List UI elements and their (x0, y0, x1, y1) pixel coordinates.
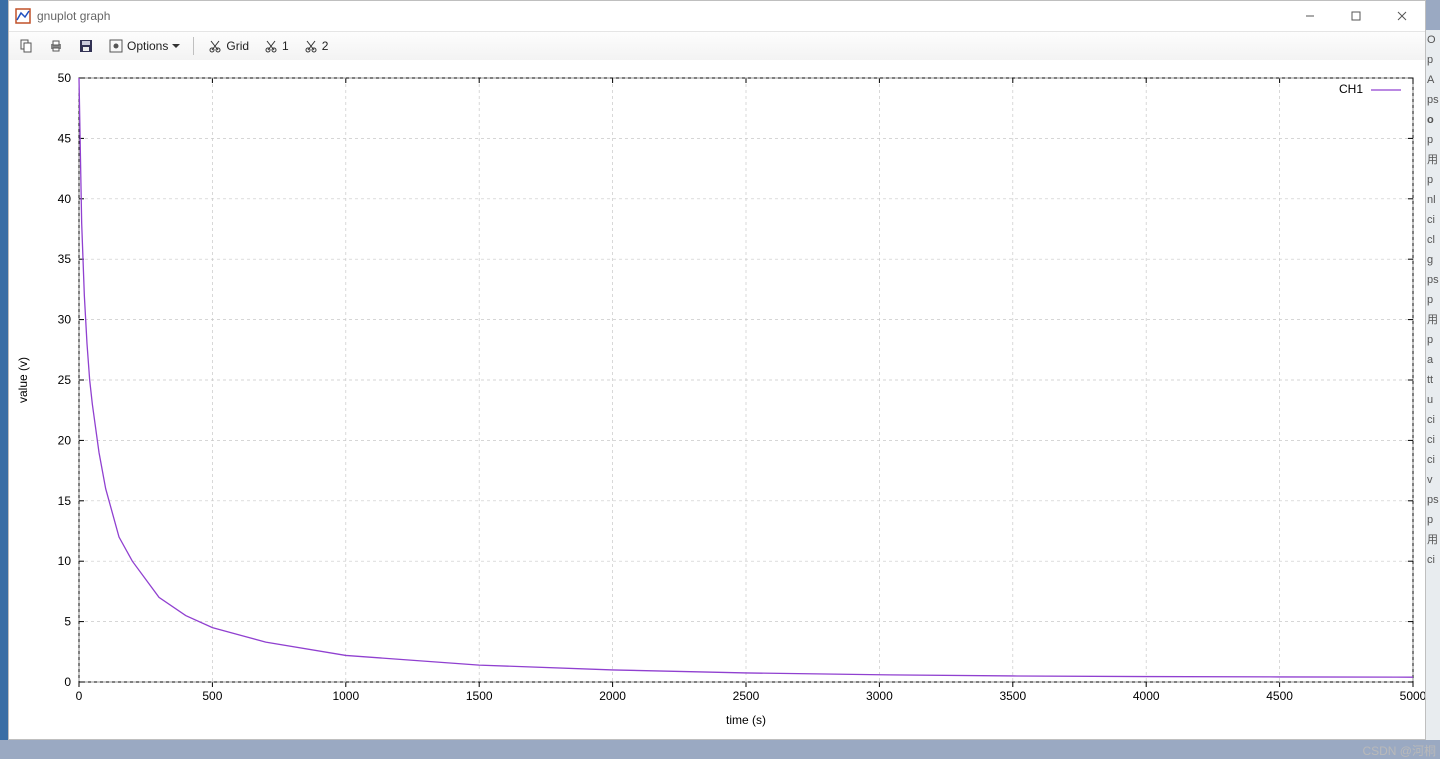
print-icon (48, 38, 64, 54)
toolbar-separator (193, 37, 194, 55)
copy-icon (18, 38, 34, 54)
svg-text:5: 5 (64, 615, 71, 629)
ruler-1-button[interactable]: 1 (258, 34, 294, 58)
svg-text:35: 35 (58, 252, 72, 266)
options-button[interactable]: Options (103, 34, 185, 58)
svg-text:0: 0 (64, 675, 71, 689)
chart: 0500100015002000250030003500400045005000… (9, 60, 1425, 740)
svg-text:0: 0 (76, 689, 83, 703)
toolbar: Options Grid 1 2 (9, 32, 1425, 61)
svg-text:4500: 4500 (1266, 689, 1293, 703)
options-label: Options (127, 39, 168, 53)
watermark: CSDN @河桐 (1362, 742, 1436, 759)
maximize-button[interactable] (1333, 1, 1379, 31)
svg-text:20: 20 (58, 433, 72, 447)
ruler-2-button[interactable]: 2 (298, 34, 334, 58)
title-bar[interactable]: gnuplot graph (9, 1, 1425, 32)
grid-button[interactable]: Grid (202, 34, 254, 58)
print-button[interactable] (43, 34, 69, 58)
svg-text:1000: 1000 (332, 689, 359, 703)
svg-text:30: 30 (58, 313, 72, 327)
svg-text:45: 45 (58, 131, 72, 145)
app-icon (15, 8, 31, 24)
svg-text:40: 40 (58, 192, 72, 206)
svg-text:5000: 5000 (1400, 689, 1425, 703)
plot-pane[interactable]: 0500100015002000250030003500400045005000… (9, 60, 1425, 739)
window-title: gnuplot graph (37, 9, 110, 23)
scissors-icon (263, 38, 279, 54)
svg-text:1500: 1500 (466, 689, 493, 703)
background-strip (0, 0, 8, 740)
options-icon (108, 38, 124, 54)
svg-text:10: 10 (58, 554, 72, 568)
svg-text:3500: 3500 (999, 689, 1026, 703)
svg-text:2000: 2000 (599, 689, 626, 703)
minimize-button[interactable] (1287, 1, 1333, 31)
chevron-down-icon (172, 44, 180, 48)
grid-label: Grid (226, 39, 249, 53)
svg-text:50: 50 (58, 71, 72, 85)
obscured-sidebar: OpApso p用pnlcicl gpsp用pa ttuciciciv psp用… (1426, 30, 1440, 740)
save-icon (78, 38, 94, 54)
svg-text:2500: 2500 (733, 689, 760, 703)
copy-button[interactable] (13, 34, 39, 58)
svg-text:CH1: CH1 (1339, 82, 1363, 96)
close-button[interactable] (1379, 1, 1425, 31)
svg-text:25: 25 (58, 373, 72, 387)
svg-text:15: 15 (58, 494, 72, 508)
scissors-icon (303, 38, 319, 54)
svg-text:time (s): time (s) (726, 713, 766, 727)
ruler2-label: 2 (322, 39, 329, 53)
svg-text:500: 500 (202, 689, 222, 703)
save-button[interactable] (73, 34, 99, 58)
gnuplot-window: gnuplot graph (8, 0, 1426, 740)
ruler1-label: 1 (282, 39, 289, 53)
scissors-icon (207, 38, 223, 54)
svg-text:3000: 3000 (866, 689, 893, 703)
svg-text:4000: 4000 (1133, 689, 1160, 703)
svg-text:value (v): value (v) (16, 357, 30, 403)
